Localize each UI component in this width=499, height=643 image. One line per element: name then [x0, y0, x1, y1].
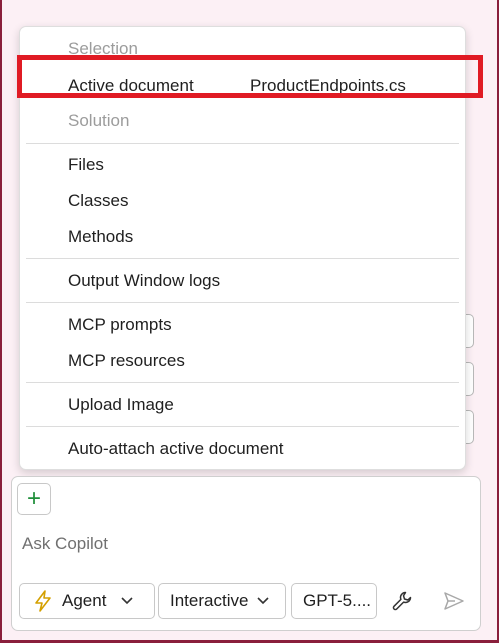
- window-border-left: [0, 0, 2, 643]
- chat-input[interactable]: Ask Copilot: [22, 534, 108, 554]
- lightning-icon: [34, 590, 52, 612]
- chat-input-panel: + Ask Copilot Agent Interactive GPT-5...…: [11, 476, 481, 631]
- active-document-filename: ProductEndpoints.cs: [250, 76, 406, 95]
- menu-header-selection: Selection: [68, 39, 138, 58]
- menu-separator: [26, 258, 459, 259]
- send-button[interactable]: [437, 583, 471, 619]
- menu-separator: [26, 302, 459, 303]
- add-context-button[interactable]: +: [17, 483, 51, 515]
- chevron-down-icon: [120, 596, 134, 606]
- wrench-icon: [391, 590, 413, 612]
- plus-icon: +: [26, 485, 41, 512]
- menu-item-mcp-prompts[interactable]: MCP prompts: [68, 314, 172, 336]
- menu-separator: [26, 143, 459, 144]
- menu-header-solution: Solution: [68, 111, 130, 130]
- menu-item-files[interactable]: Files: [68, 154, 104, 176]
- style-dropdown[interactable]: Interactive: [158, 583, 286, 619]
- menu-item-upload-image[interactable]: Upload Image: [68, 394, 174, 416]
- menu-separator: [26, 426, 459, 427]
- chevron-down-icon: [256, 596, 270, 606]
- menu-item-mcp-resources[interactable]: MCP resources: [68, 350, 185, 372]
- mode-dropdown[interactable]: Agent: [19, 583, 155, 619]
- menu-item-classes[interactable]: Classes: [68, 190, 128, 212]
- menu-item-methods[interactable]: Methods: [68, 226, 133, 248]
- menu-item-auto-attach-active-document[interactable]: Auto-attach active document: [68, 438, 283, 460]
- model-label: GPT-5....: [303, 591, 372, 610]
- style-label: Interactive: [170, 591, 249, 610]
- tools-button[interactable]: [385, 583, 419, 619]
- send-icon: [443, 591, 465, 611]
- attach-context-menu: Selection Active document ProductEndpoin…: [19, 26, 466, 470]
- active-document-label: Active document: [68, 76, 194, 95]
- menu-separator: [26, 382, 459, 383]
- mode-label: Agent: [62, 591, 107, 610]
- menu-item-output-window-logs[interactable]: Output Window logs: [68, 270, 220, 292]
- model-dropdown[interactable]: GPT-5....: [291, 583, 377, 619]
